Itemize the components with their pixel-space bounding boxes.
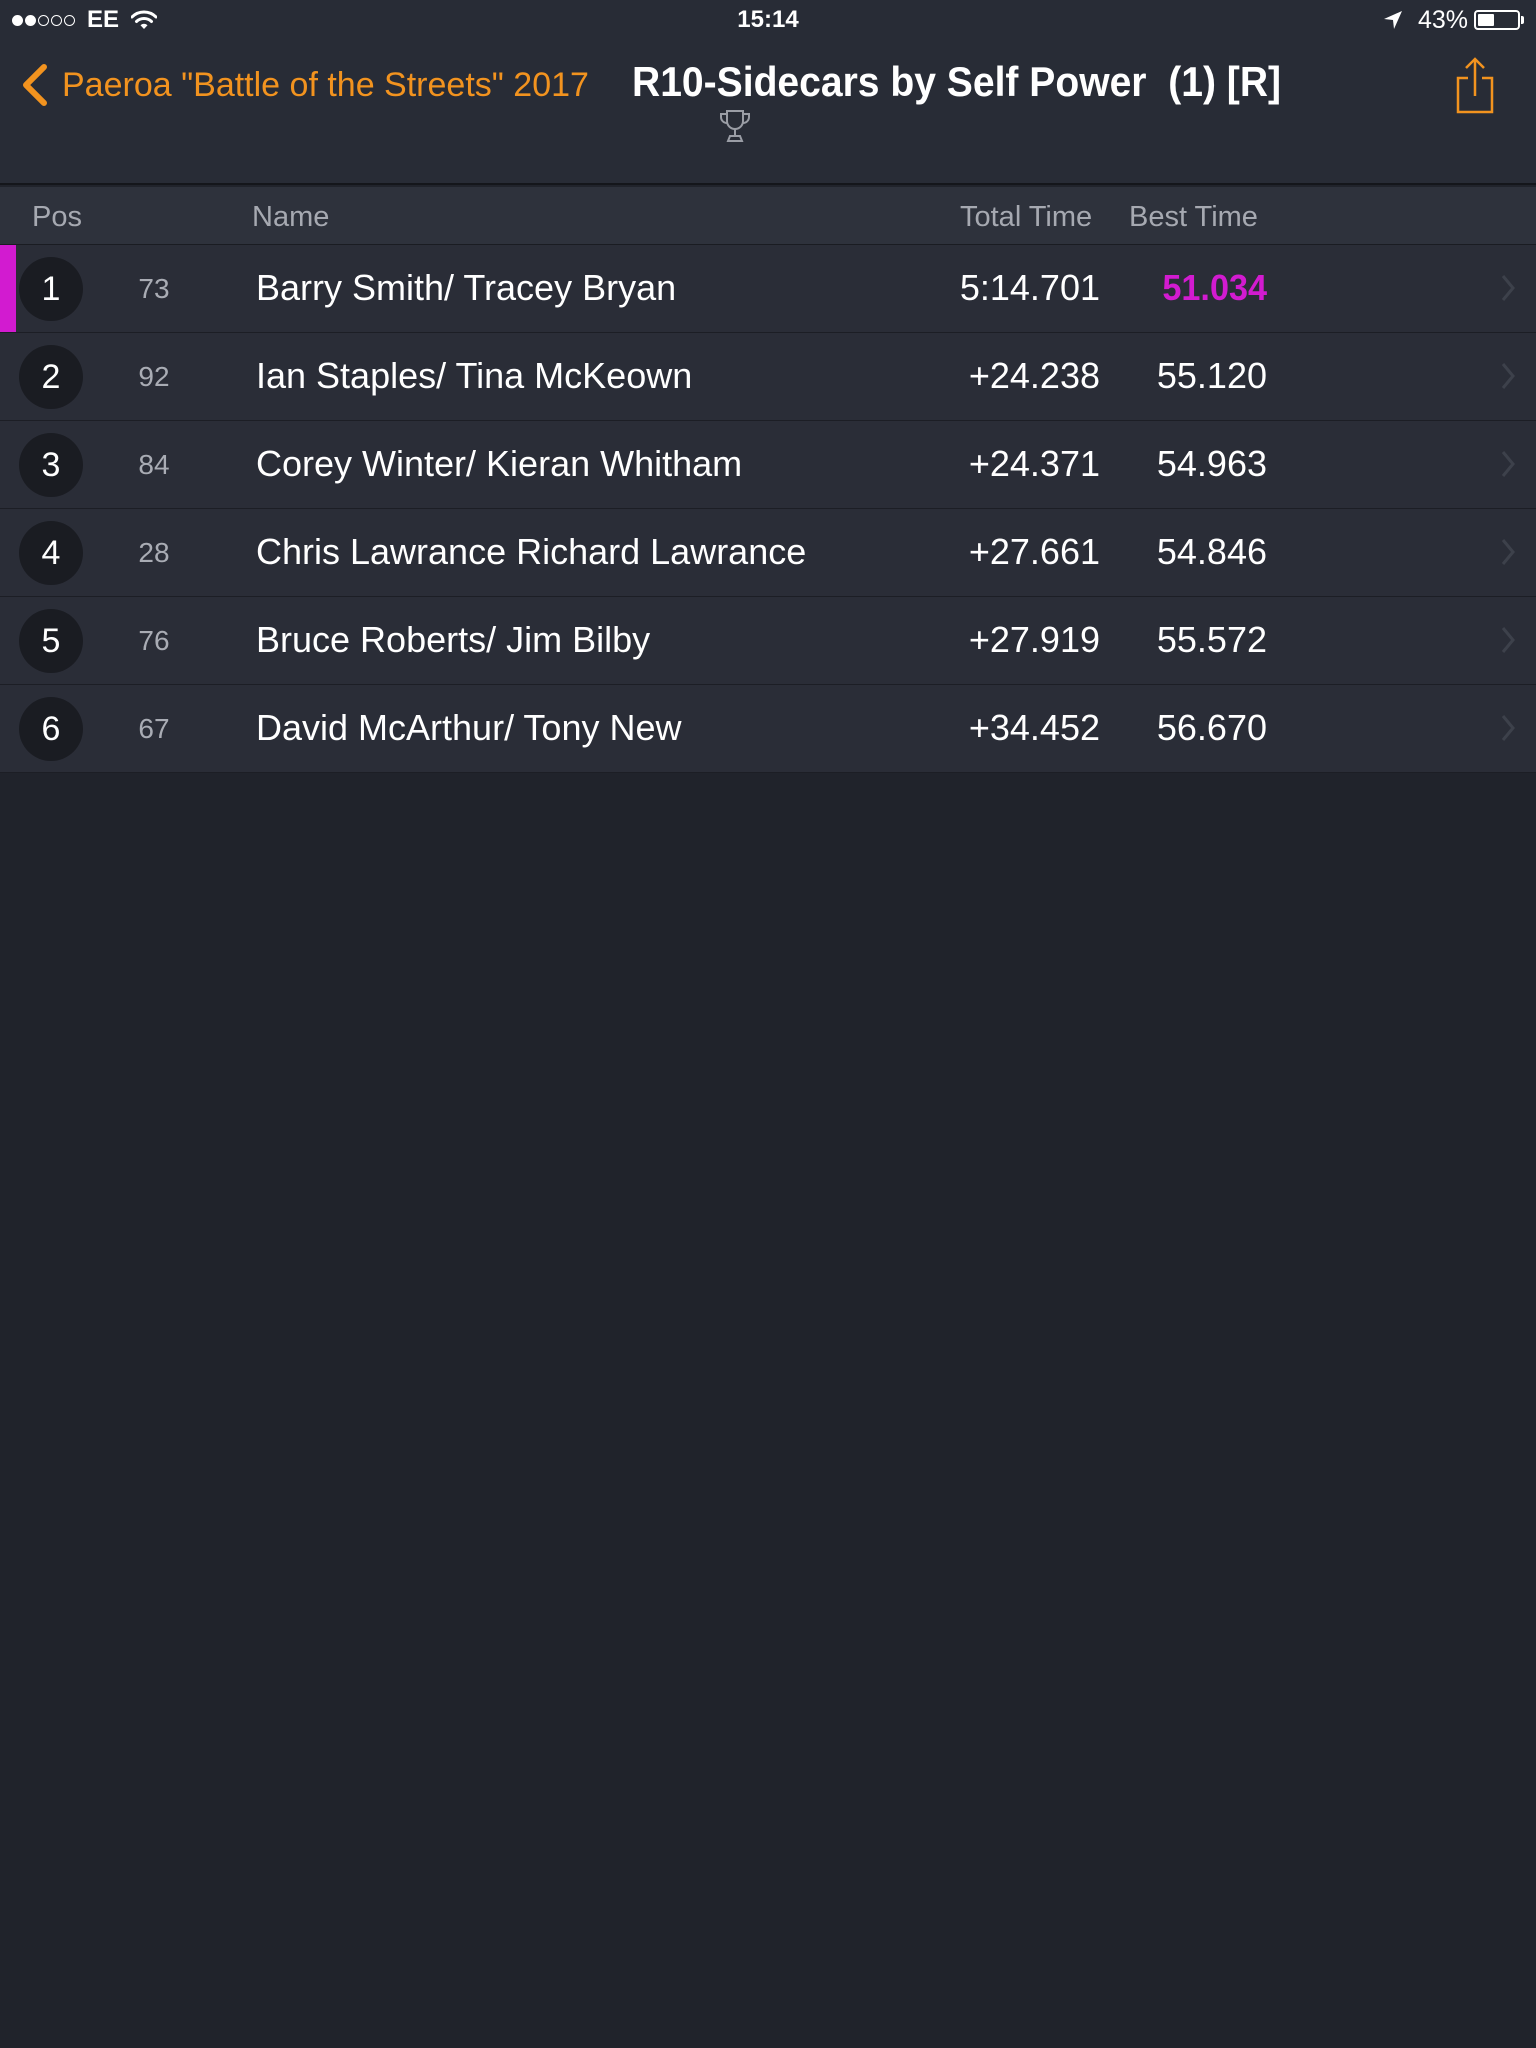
page-title: R10-Sidecars by Self Power (1) [R] [632,58,1282,105]
driver-name: Corey Winter/ Kieran Whitham [256,443,743,484]
table-row[interactable]: 4 28 Chris Lawrance Richard Lawrance +27… [0,509,1536,597]
driver-name: Bruce Roberts/ Jim Bilby [256,619,651,660]
column-header-pos[interactable]: Pos [32,201,82,234]
column-header-best-time[interactable]: Best Time [1129,201,1258,234]
position-badge: 3 [19,433,83,497]
battery-icon [1474,10,1520,30]
chevron-right-icon [1501,627,1515,653]
driver-name: David McArthur/ Tony New [256,707,682,748]
best-time: 55.572 [1156,619,1267,660]
best-time: 56.670 [1156,707,1267,748]
table-row[interactable]: 6 67 David McArthur/ Tony New +34.452 56… [0,685,1536,773]
best-time-fastest: 51.034 [1162,267,1267,308]
car-number: 28 [138,537,170,568]
status-right: 43% [1382,6,1524,34]
driver-name: Barry Smith/ Tracey Bryan [256,267,677,308]
best-time: 54.846 [1156,531,1267,572]
navigation-bar: Paeroa "Battle of the Streets" 2017 R10-… [0,40,1536,185]
driver-name: Ian Staples/ Tina McKeown [256,355,693,396]
position-badge: 1 [19,257,83,321]
total-time: +24.238 [968,355,1100,396]
position-badge: 6 [19,697,83,761]
best-time: 54.963 [1156,443,1267,484]
position-badge: 4 [19,521,83,585]
driver-name: Chris Lawrance Richard Lawrance [256,531,807,572]
total-time: +24.371 [968,443,1100,484]
battery-percentage: 43% [1417,5,1468,34]
car-number: 76 [138,625,170,656]
total-time: +27.919 [968,619,1100,660]
chevron-right-icon [1501,363,1515,389]
column-header-name[interactable]: Name [252,201,329,234]
results-table-header: Pos Name Total Time Best Time [0,187,1536,245]
car-number: 92 [138,361,170,392]
car-number: 84 [138,449,170,480]
total-time: +27.661 [968,531,1100,572]
table-row[interactable]: 3 84 Corey Winter/ Kieran Whitham +24.37… [0,421,1536,509]
table-row[interactable]: 1 73 Barry Smith/ Tracey Bryan 5:14.701 … [0,245,1536,333]
chevron-right-icon [1501,451,1515,477]
car-number: 67 [138,713,170,744]
chevron-right-icon [1501,539,1515,565]
battery-tip [1521,16,1524,24]
results-table: 1 73 Barry Smith/ Tracey Bryan 5:14.701 … [0,245,1536,773]
location-arrow-icon [1383,11,1402,29]
car-number: 73 [138,273,170,304]
position-badge: 5 [19,609,83,673]
chevron-right-icon [1501,275,1515,301]
total-time: +34.452 [968,707,1100,748]
column-header-total-time[interactable]: Total Time [960,201,1092,234]
back-button-label: Paeroa "Battle of the Streets" 2017 [62,65,589,104]
chevron-right-icon [1501,715,1515,741]
best-time: 55.120 [1156,355,1267,396]
table-row[interactable]: 5 76 Bruce Roberts/ Jim Bilby +27.919 55… [0,597,1536,685]
share-icon[interactable] [1450,56,1500,116]
status-time: 15:14 [737,6,799,33]
total-time: 5:14.701 [959,267,1100,308]
status-bar: EE 15:14 43% [0,0,1536,40]
table-row[interactable]: 2 92 Ian Staples/ Tina McKeown +24.238 5… [0,333,1536,421]
battery-level [1478,14,1495,26]
leader-indicator [0,245,16,332]
back-button[interactable]: Paeroa "Battle of the Streets" 2017 [20,62,589,108]
trophy-icon[interactable] [718,108,752,144]
chevron-left-icon [23,64,47,106]
position-badge: 2 [19,345,83,409]
